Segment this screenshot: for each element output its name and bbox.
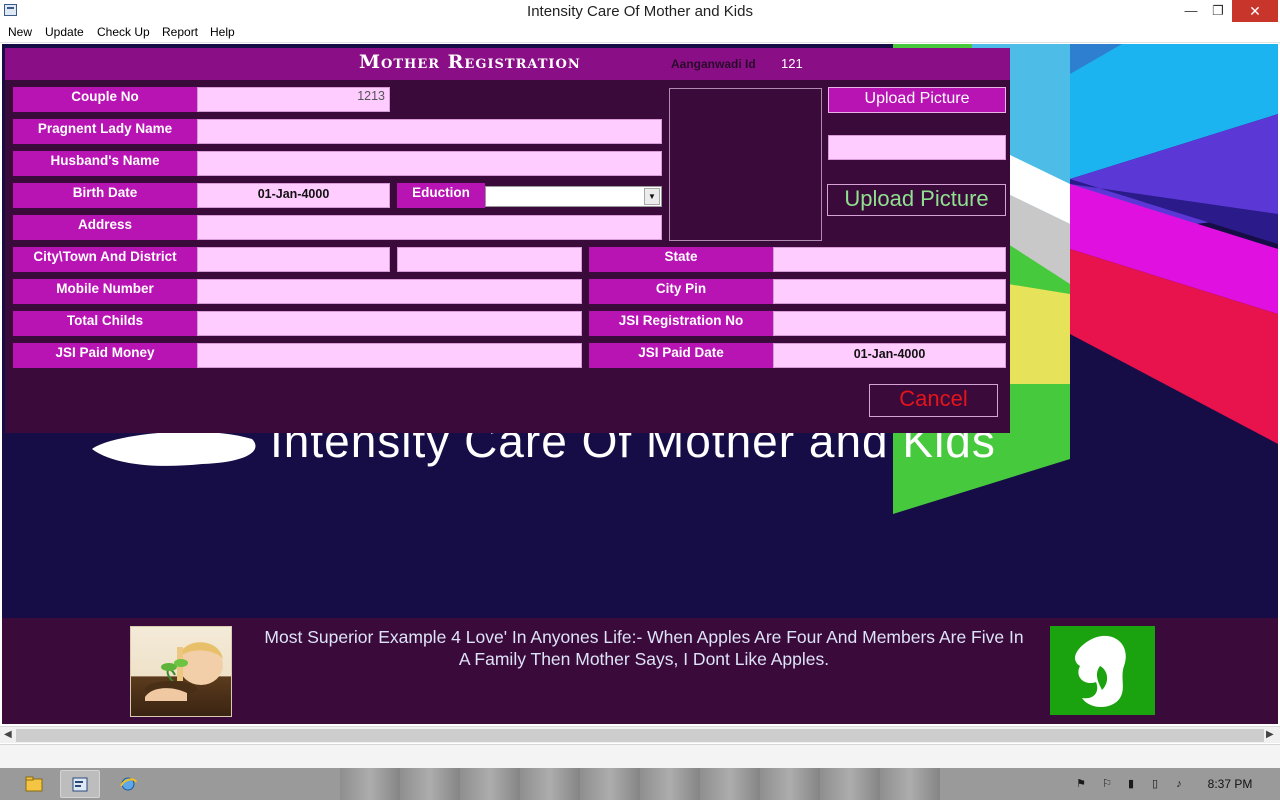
status-bar (0, 744, 1280, 768)
menu-bar: New Update Check Up Report Help (0, 23, 1280, 43)
total-childs-field[interactable] (197, 311, 582, 336)
jsi-registration-no-field[interactable] (773, 311, 1006, 336)
address-label: Address (13, 215, 197, 240)
jsi-paid-date-label: JSI Paid Date (589, 343, 773, 368)
district-field[interactable] (397, 247, 582, 272)
city-town-field[interactable] (197, 247, 390, 272)
birth-date-field[interactable]: 01-Jan-4000 (197, 183, 390, 208)
tray-network-icon[interactable]: ▮ (1124, 778, 1138, 791)
menu-check-up[interactable]: Check Up (97, 25, 150, 39)
state-field[interactable] (773, 247, 1006, 272)
taskbar-browser[interactable] (108, 770, 148, 798)
husband-name-label: Husband's Name (13, 151, 197, 176)
husband-name-field[interactable] (197, 151, 662, 176)
jsi-paid-money-label: JSI Paid Money (13, 343, 197, 368)
pregnant-lady-name-field[interactable] (197, 119, 662, 144)
app-window-icon (72, 777, 88, 792)
city-town-district-label: City\Town And District (13, 247, 197, 272)
mobile-number-label: Mobile Number (13, 279, 197, 304)
chevron-down-icon[interactable]: ▼ (644, 188, 660, 205)
scroll-thumb[interactable] (16, 729, 1264, 742)
taskbar-file-explorer[interactable] (14, 770, 54, 798)
mother-child-logo (1050, 626, 1155, 715)
menu-update[interactable]: Update (45, 25, 84, 39)
upload-picture-button[interactable]: Upload Picture (828, 87, 1006, 113)
menu-help[interactable]: Help (210, 25, 235, 39)
picture-path-field[interactable] (828, 135, 1006, 160)
dialog-header: Mother Registration Aanganwadi Id 121 (5, 48, 1010, 80)
aanganwadi-id-label: Aanganwadi Id (671, 57, 756, 71)
upload-picture-submit-button[interactable]: Upload Picture (827, 184, 1006, 216)
taskbar-clock[interactable]: 8:37 PM (1200, 777, 1260, 791)
minimize-button[interactable]: — (1178, 0, 1204, 22)
footer-quote: Most Superior Example 4 Love' In Anyones… (264, 627, 1024, 669)
city-pin-label: City Pin (589, 279, 773, 304)
total-childs-label: Total Childs (13, 311, 197, 336)
browser-icon (120, 777, 137, 791)
window-title: Intensity Care Of Mother and Kids (527, 3, 753, 20)
picture-preview (669, 88, 822, 241)
state-label: State (589, 247, 773, 272)
mother-registration-dialog: Mother Registration Aanganwadi Id 121 Co… (5, 48, 1010, 433)
taskbar-current-app[interactable] (60, 770, 100, 798)
scroll-right-icon[interactable]: ▶ (1266, 729, 1274, 740)
mobile-number-field[interactable] (197, 279, 582, 304)
cancel-button[interactable]: Cancel (869, 384, 998, 417)
taskbar: ⚑ ⚐ ▮ ▯ ♪ 8:37 PM (0, 768, 1280, 800)
tray-flag-icon[interactable]: ⚐ (1100, 778, 1114, 791)
education-select[interactable]: ▼ (485, 186, 662, 207)
scroll-left-icon[interactable]: ◀ (4, 729, 12, 740)
education-label: Eduction (397, 183, 485, 208)
address-field[interactable] (197, 215, 662, 240)
city-pin-field[interactable] (773, 279, 1006, 304)
pregnant-lady-name-label: Pragnent Lady Name (13, 119, 197, 144)
title-bar: Intensity Care Of Mother and Kids — ❐ ✕ (0, 0, 1280, 23)
footer-band: Most Superior Example 4 Love' In Anyones… (2, 618, 1278, 724)
birth-date-label: Birth Date (13, 183, 197, 208)
wallpaper-peek (340, 768, 940, 800)
tray-action-center-icon[interactable]: ⚑ (1074, 778, 1088, 791)
aanganwadi-id-value: 121 (781, 56, 803, 71)
menu-report[interactable]: Report (162, 25, 198, 39)
dialog-title: Mother Registration (359, 51, 581, 73)
couple-no-label: Couple No (13, 87, 197, 112)
jsi-paid-date-field[interactable]: 01-Jan-4000 (773, 343, 1006, 368)
couple-no-field[interactable]: 1213 (197, 87, 390, 112)
tray-volume-icon[interactable]: ♪ (1172, 778, 1186, 791)
tray-battery-icon[interactable]: ▯ (1148, 778, 1162, 791)
child-with-plant-photo (130, 626, 232, 717)
maximize-button[interactable]: ❐ (1204, 0, 1232, 22)
menu-new[interactable]: New (8, 25, 32, 39)
folder-icon (25, 776, 43, 792)
jsi-registration-no-label: JSI Registration No (589, 311, 773, 336)
close-button[interactable]: ✕ (1232, 0, 1278, 22)
horizontal-scrollbar[interactable]: ◀ ▶ (0, 726, 1280, 743)
jsi-paid-money-field[interactable] (197, 343, 582, 368)
